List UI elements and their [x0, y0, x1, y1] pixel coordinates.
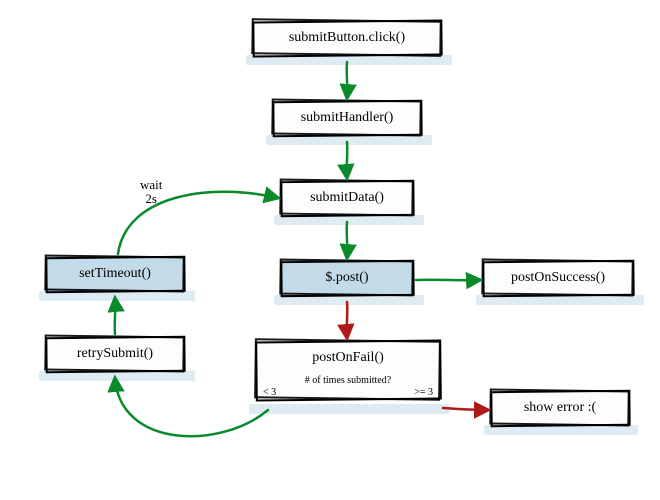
fail-branch-lt3: < 3	[263, 387, 276, 398]
node-label: postOnFail()	[312, 350, 384, 365]
fail-branch-gte3: >= 3	[414, 387, 433, 398]
node-label: retrySubmit()	[77, 346, 153, 361]
node-submit-button-click: submitButton.click()	[252, 20, 442, 56]
node-post-on-success: postOnSuccess()	[482, 260, 634, 296]
node-retry-submit: retrySubmit()	[45, 336, 185, 372]
node-label: $.post()	[325, 270, 368, 285]
node-label: postOnSuccess()	[511, 270, 605, 285]
node-show-error: show error :(	[490, 390, 630, 426]
node-submit-data: submitData()	[280, 180, 414, 216]
node-post: $.post()	[280, 260, 414, 296]
fail-subtext-question: # of times submitted?	[255, 375, 441, 386]
node-post-on-fail: postOnFail() # of times submitted? < 3 >…	[255, 340, 441, 400]
node-label: submitHandler()	[301, 110, 394, 125]
node-label: show error :(	[524, 400, 596, 415]
node-submit-handler: submitHandler()	[272, 100, 422, 136]
node-label: submitButton.click()	[289, 30, 405, 45]
node-label: setTimeout()	[79, 266, 151, 281]
node-label: submitData()	[310, 190, 384, 205]
edge-label-wait-2s: wait 2s	[140, 178, 162, 205]
node-set-timeout: setTimeout()	[45, 256, 185, 292]
